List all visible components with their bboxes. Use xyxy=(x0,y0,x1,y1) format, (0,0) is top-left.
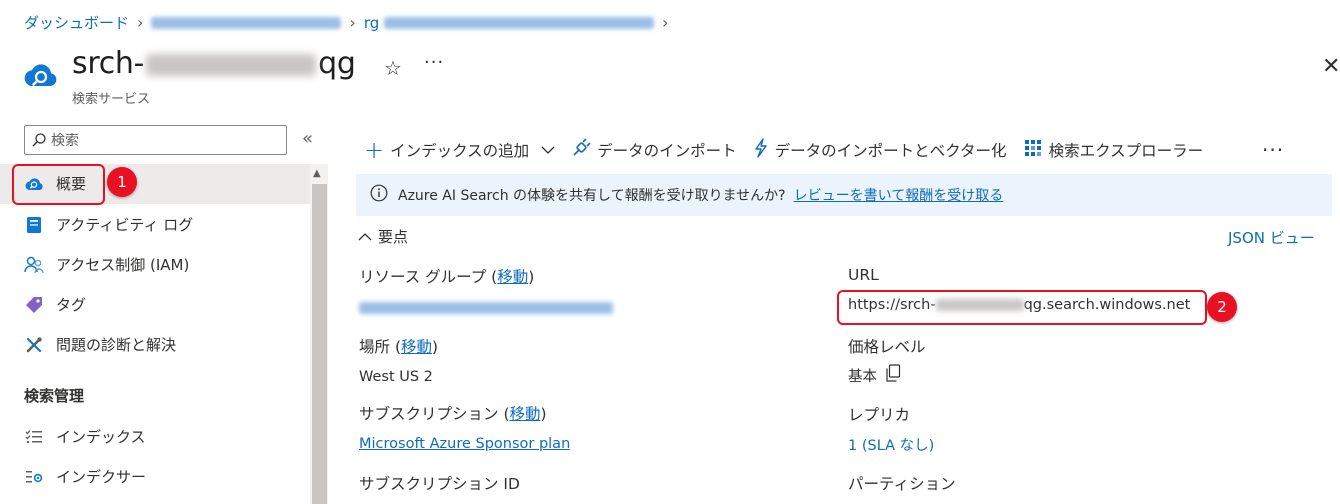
search-icon xyxy=(32,133,46,147)
wrench-icon xyxy=(24,335,44,355)
import-data-label: データのインポート xyxy=(597,142,737,160)
add-index-label: インデックスの追加 xyxy=(390,142,530,160)
add-index-button[interactable]: + インデックスの追加 xyxy=(364,138,555,162)
search-placeholder: 検索 xyxy=(51,133,79,149)
toolbar-more-icon[interactable]: ··· xyxy=(1262,138,1284,162)
annotation-box-2 xyxy=(837,290,1207,325)
breadcrumb-rg[interactable]: rg xyxy=(364,14,655,32)
sidebar-item-indexers[interactable]: インデクサー xyxy=(24,466,146,487)
sidebar-item-label: アクティビティ ログ xyxy=(56,216,194,234)
breadcrumb-dashboard[interactable]: ダッシュボード xyxy=(24,12,129,33)
lightning-icon xyxy=(753,138,769,162)
import-data-button[interactable]: データのインポート xyxy=(571,138,737,162)
json-view-link[interactable]: JSON ビュー xyxy=(1228,227,1315,248)
sidebar-item-tags[interactable]: タグ xyxy=(24,294,86,315)
banner-review-link[interactable]: レビューを書いて報酬を受け取る xyxy=(794,185,1004,205)
annotation-badge-2: 2 xyxy=(1207,292,1237,322)
page-subtitle: 検索サービス xyxy=(72,92,151,107)
sidebar-item-label: アクセス制御 (IAM) xyxy=(56,256,190,274)
command-bar: + インデックスの追加 データのインポート データのインポートとベクター化 検索… xyxy=(364,138,1219,162)
breadcrumb-resource-group-blurred[interactable] xyxy=(151,16,342,29)
chevron-right-icon: › xyxy=(662,13,669,32)
activity-log-icon xyxy=(24,215,44,235)
sidebar-item-iam[interactable]: アクセス制御 (IAM) xyxy=(24,254,189,275)
indexer-icon xyxy=(24,467,44,487)
section-title-search-management: 検索管理 xyxy=(24,387,85,405)
breadcrumb: ダッシュボード › › rg › xyxy=(24,12,668,33)
favorite-star-icon[interactable]: ☆ xyxy=(384,56,402,80)
sidebar-item-activity-log[interactable]: アクティビティ ログ xyxy=(24,214,193,235)
subscription-id-label: サブスクリプション ID xyxy=(359,475,520,493)
url-label: URL xyxy=(848,266,879,284)
location-label: 場所 (移動) xyxy=(359,338,439,356)
pricing-tier-text: 基本 xyxy=(848,368,877,385)
search-explorer-button[interactable]: 検索エクスプローラー xyxy=(1023,138,1204,162)
tag-icon xyxy=(24,295,44,315)
location-value: West US 2 xyxy=(359,369,433,385)
import-vectorize-label: データのインポートとベクター化 xyxy=(774,142,1007,160)
sidebar-item-diagnose[interactable]: 問題の診断と解決 xyxy=(24,334,176,355)
banner-text: Azure AI Search の体験を共有して報酬を受け取りませんか? xyxy=(398,188,786,204)
iam-icon xyxy=(24,255,44,275)
pricing-tier-label: 価格レベル xyxy=(848,338,926,356)
resource-group-value-link[interactable] xyxy=(359,302,613,314)
sidebar-item-indexes[interactable]: インデックス xyxy=(24,426,146,447)
annotation-box-1 xyxy=(12,164,105,205)
collapse-sidebar-icon[interactable]: « xyxy=(302,128,313,149)
sidebar-item-label: 問題の診断と解決 xyxy=(56,336,177,354)
partition-label: パーティション xyxy=(848,475,956,493)
index-list-icon xyxy=(24,427,44,447)
scrollbar-thumb[interactable] xyxy=(312,184,327,504)
scroll-up-arrow-icon[interactable]: ▲ xyxy=(313,168,321,179)
copy-icon[interactable] xyxy=(885,364,901,386)
chevron-down-icon[interactable] xyxy=(541,141,555,159)
page-title: srch-qg xyxy=(72,46,356,81)
move-resource-group-link[interactable]: 移動 xyxy=(497,268,528,286)
sidebar-item-label: タグ xyxy=(56,296,87,314)
subscription-value-link[interactable]: Microsoft Azure Sponsor plan xyxy=(359,436,570,452)
pricing-tier-value: 基本 xyxy=(848,364,901,386)
sidebar-search-input[interactable]: 検索 xyxy=(24,125,287,155)
info-icon xyxy=(370,184,388,206)
import-vectorize-button[interactable]: データのインポートとベクター化 xyxy=(753,138,1007,162)
sidebar-item-label: インデックス xyxy=(56,428,146,446)
chevron-right-icon: › xyxy=(349,13,356,32)
resource-group-label: リソース グループ (移動) xyxy=(359,268,535,286)
search-explorer-label: 検索エクスプローラー xyxy=(1048,142,1204,160)
replica-label: レプリカ xyxy=(848,406,911,424)
sidebar-item-label: インデクサー xyxy=(56,468,147,486)
grid-explorer-icon xyxy=(1023,138,1043,162)
annotation-badge-1: 1 xyxy=(107,167,137,197)
move-subscription-link[interactable]: 移動 xyxy=(510,405,541,423)
more-options-icon[interactable]: ··· xyxy=(424,52,444,73)
essentials-title: 要点 xyxy=(378,228,409,246)
plus-icon: + xyxy=(364,136,385,164)
close-icon[interactable]: ✕ xyxy=(1322,54,1340,79)
chevron-up-icon xyxy=(358,228,372,246)
plug-icon xyxy=(571,138,591,162)
search-service-icon xyxy=(22,60,60,92)
chevron-right-icon: › xyxy=(137,13,144,32)
subscription-label: サブスクリプション (移動) xyxy=(359,405,547,423)
essentials-toggle[interactable]: 要点 xyxy=(358,226,408,247)
move-location-link[interactable]: 移動 xyxy=(401,338,432,356)
replica-value-link[interactable]: 1 (SLA なし) xyxy=(848,434,934,455)
info-banner: Azure AI Search の体験を共有して報酬を受け取りませんか? レビュ… xyxy=(356,174,1332,216)
